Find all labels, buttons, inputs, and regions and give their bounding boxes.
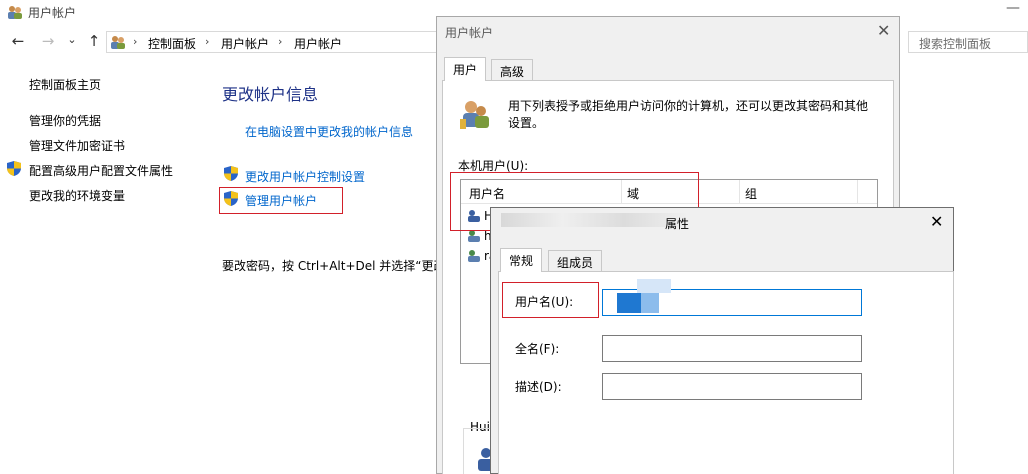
- dialog-title: 用户帐户: [445, 26, 494, 40]
- history-dropdown-icon[interactable]: ⌄: [62, 33, 82, 46]
- fullname-label: 全名(F):: [515, 342, 560, 356]
- search-placeholder: 搜索控制面板: [919, 37, 992, 51]
- users-keys-icon: [460, 101, 489, 129]
- dialog-description: 用下列表授予或拒绝用户访问你的计算机，还可以更改其密码和其他设置。: [508, 99, 869, 130]
- fullname-field[interactable]: [602, 335, 862, 362]
- text-selection: [617, 293, 641, 313]
- user-icon: [468, 250, 480, 262]
- user-icon: [468, 230, 480, 242]
- obscured-overlay: [637, 279, 671, 293]
- shield-icon: [224, 166, 238, 181]
- obscured-title-text: [501, 213, 686, 227]
- forward-arrow-icon[interactable]: →: [38, 32, 58, 50]
- highlight-box: [219, 187, 343, 214]
- search-input[interactable]: 搜索控制面板: [908, 31, 1028, 53]
- close-icon[interactable]: ✕: [877, 21, 890, 40]
- column-divider: [739, 180, 740, 204]
- breadcrumb-user-accounts[interactable]: 用户帐户: [221, 35, 269, 52]
- description-label: 描述(D):: [515, 380, 562, 394]
- up-arrow-icon[interactable]: ↑: [84, 32, 104, 50]
- breadcrumb-separator: ›: [133, 35, 138, 48]
- dialog-title-suffix: 属性: [665, 217, 690, 231]
- sidebar-item-encryption-certs[interactable]: 管理文件加密证书: [29, 137, 125, 154]
- text-selection: [641, 293, 659, 313]
- tab-group-membership[interactable]: 组成员: [548, 250, 603, 272]
- column-divider: [857, 180, 858, 204]
- control-panel-icon: [111, 36, 125, 49]
- breadcrumb-control-panel[interactable]: 控制面板: [148, 35, 196, 52]
- sidebar-item-credentials[interactable]: 管理你的凭据: [29, 112, 101, 129]
- window-title: 用户帐户: [28, 6, 77, 20]
- back-arrow-icon[interactable]: ←: [8, 32, 28, 50]
- sidebar-item-env-vars[interactable]: 更改我的环境变量: [29, 187, 125, 204]
- close-icon[interactable]: ✕: [930, 212, 943, 231]
- tab-users[interactable]: 用户: [444, 57, 487, 81]
- user-properties-dialog: 属性 ✕ 常规 组成员 用户名(U): 全名(F): 描述(D):: [490, 207, 954, 474]
- sidebar-item-advanced-profile[interactable]: 配置高级用户配置文件属性: [29, 162, 173, 179]
- tab-general[interactable]: 常规: [500, 248, 543, 272]
- sidebar-item-home[interactable]: 控制面板主页: [29, 76, 101, 93]
- username-field[interactable]: [602, 279, 862, 316]
- highlight-box: [502, 282, 599, 318]
- page-title: 更改帐户信息: [222, 85, 319, 104]
- password-hint-text: 要改密码，按 Ctrl+Alt+Del 并选择“更改: [222, 259, 446, 273]
- tab-advanced[interactable]: 高级: [491, 59, 534, 81]
- breadcrumb-user-accounts-current[interactable]: 用户帐户: [294, 35, 342, 52]
- breadcrumb-separator[interactable]: ›: [205, 35, 209, 48]
- shield-icon: [7, 161, 21, 176]
- pc-settings-link[interactable]: 在电脑设置中更改我的帐户信息: [245, 123, 413, 140]
- users-icon: [8, 6, 22, 19]
- column-header-group[interactable]: 组: [745, 185, 757, 202]
- minimize-button[interactable]: —: [1006, 0, 1020, 16]
- description-field[interactable]: [602, 373, 862, 400]
- uac-settings-link[interactable]: 更改用户帐户控制设置: [245, 168, 365, 185]
- breadcrumb-separator[interactable]: ›: [278, 35, 282, 48]
- address-bar[interactable]: › 控制面板 › 用户帐户 › 用户帐户: [106, 31, 438, 53]
